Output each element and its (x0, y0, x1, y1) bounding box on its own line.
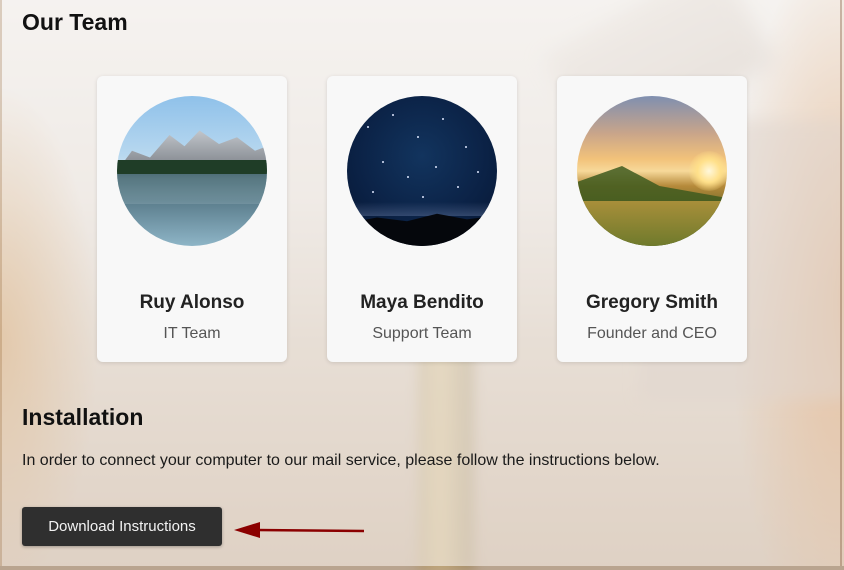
page-content: Our Team Ruy Alonso IT Team Maya Bendito… (0, 0, 844, 566)
left-arrow-icon (234, 522, 365, 538)
mountain-lake-photo (117, 96, 267, 246)
member-name: Maya Bendito (360, 292, 484, 313)
team-member-card: Maya Bendito Support Team (327, 76, 517, 362)
member-name: Ruy Alonso (139, 292, 245, 313)
installation-heading: Installation (22, 404, 144, 430)
member-role: Founder and CEO (587, 325, 717, 342)
sunset-valley-photo (577, 96, 727, 246)
member-role: IT Team (163, 325, 221, 342)
member-name: Gregory Smith (586, 292, 718, 313)
team-member-card: Ruy Alonso IT Team (97, 76, 287, 362)
team-member-card: Gregory Smith Founder and CEO (557, 76, 747, 362)
team-heading: Our Team (22, 9, 128, 35)
installation-text: In order to connect your computer to our… (22, 452, 660, 469)
night-sky-photo (347, 96, 497, 246)
member-role: Support Team (372, 325, 472, 342)
download-instructions-button[interactable]: Download Instructions (22, 507, 222, 546)
